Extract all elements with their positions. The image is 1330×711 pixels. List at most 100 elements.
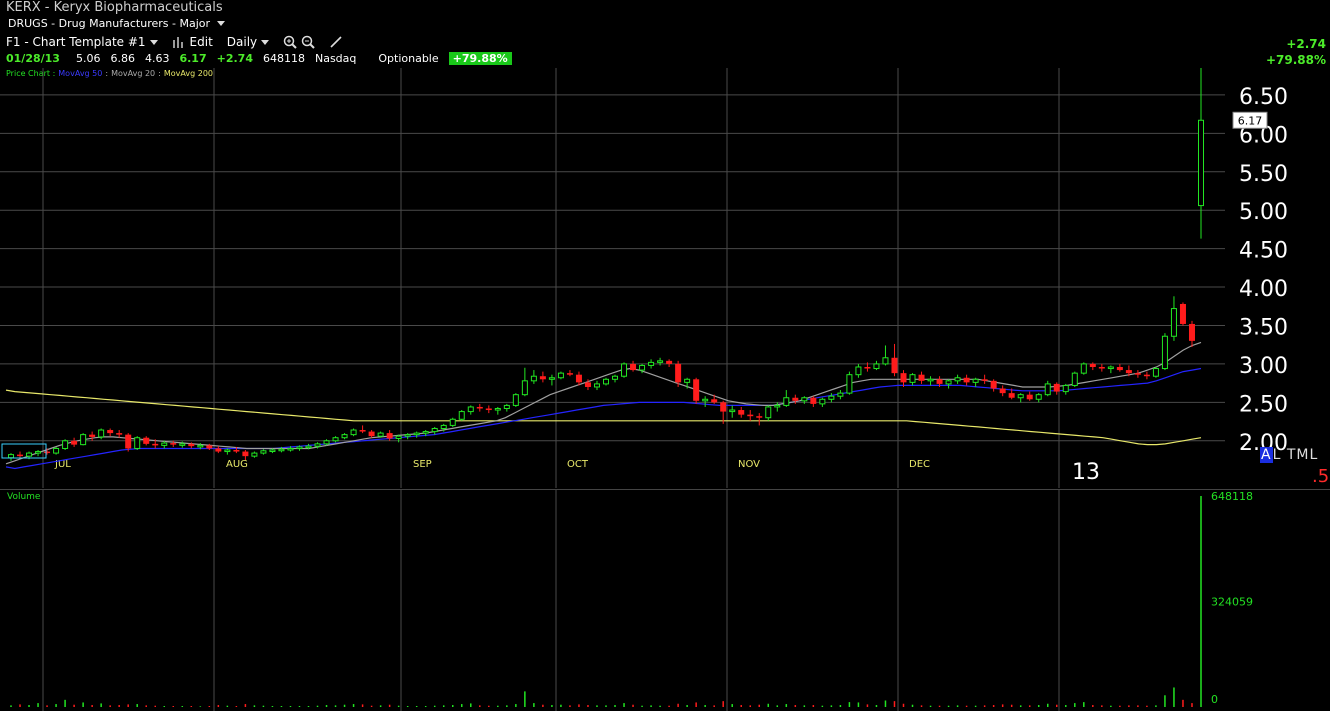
candle-body	[828, 395, 835, 400]
y-tick-label: 4.50	[1239, 239, 1288, 264]
quote-open: 5.06	[75, 51, 101, 65]
candle-body	[341, 434, 348, 439]
candle-body	[1143, 374, 1150, 377]
candle-body	[593, 383, 600, 388]
zoom-in-button[interactable]	[283, 35, 297, 49]
candle-body	[801, 397, 808, 402]
candle-body	[458, 411, 465, 420]
candle-up	[882, 345, 889, 366]
scale-mode-a[interactable]: A	[1260, 447, 1273, 463]
candle-down	[359, 425, 366, 434]
candle-up	[909, 373, 916, 386]
candle-down	[1143, 371, 1150, 380]
volume-chart[interactable]: 648118 324059 0	[0, 490, 1330, 711]
candle-body	[125, 434, 132, 449]
candle-body	[927, 378, 934, 382]
industry-selector[interactable]: DRUGS - Drug Manufacturers - Major	[8, 17, 226, 30]
y-tick-label: 6.50	[1239, 85, 1288, 110]
candle-body	[702, 398, 709, 402]
candle-body	[963, 377, 970, 383]
price-chart[interactable]: 6.506.005.505.004.504.003.503.002.502.00…	[0, 68, 1330, 488]
edit-button[interactable]: Edit	[172, 35, 213, 49]
scale-mode-l[interactable]: L	[1273, 447, 1282, 463]
candle-up	[783, 390, 790, 407]
candle-up	[269, 448, 276, 454]
candle-body	[792, 397, 799, 401]
candle-body	[8, 454, 14, 459]
zoom-out-button[interactable]	[301, 35, 315, 49]
template-dropdown[interactable]: F1 - Chart Template #1	[6, 35, 158, 49]
chevron-down-icon	[217, 21, 226, 26]
candle-up	[1017, 393, 1024, 403]
candle-up	[332, 436, 339, 443]
candle-up	[62, 439, 69, 451]
scale-mode-l2[interactable]: L	[1310, 447, 1319, 463]
candle-up	[774, 402, 781, 412]
scale-mode-m[interactable]: M	[1296, 447, 1309, 463]
candle-down	[1134, 370, 1141, 378]
volume-tick-label: 648118	[1211, 490, 1253, 503]
candle-body	[449, 418, 456, 426]
interval-dropdown[interactable]: Daily	[227, 35, 270, 49]
candle-body	[954, 377, 961, 382]
candle-body	[972, 378, 979, 383]
candle-up	[341, 433, 348, 440]
scale-mode-t[interactable]: T	[1287, 447, 1297, 463]
candle-body	[404, 434, 411, 437]
candle-body	[630, 363, 637, 371]
candle-up	[449, 417, 456, 427]
candle-up	[1152, 366, 1159, 378]
candle-body	[503, 404, 510, 410]
candle-up	[530, 370, 537, 384]
candle-body	[756, 416, 763, 418]
candle-body	[819, 398, 826, 405]
y-tick-label: 5.50	[1239, 162, 1288, 187]
candle-body	[494, 408, 501, 411]
candle-up	[512, 393, 519, 407]
candle-down	[17, 451, 24, 458]
candle-body	[1161, 335, 1168, 370]
candle-up	[53, 446, 60, 455]
zoom-in-icon	[283, 35, 297, 49]
candle-down	[747, 410, 754, 421]
candle-body	[314, 443, 321, 447]
x-month-label: OCT	[567, 459, 589, 470]
scale-mode-selector[interactable]: AL TML	[1260, 447, 1318, 463]
candle-body	[684, 378, 691, 383]
candle-body	[675, 363, 682, 383]
candle-body	[891, 357, 898, 374]
candle-down	[693, 377, 700, 404]
candle-up	[1161, 333, 1168, 371]
candle-down	[89, 431, 96, 441]
candle-body	[269, 449, 276, 453]
candle-body	[197, 444, 204, 448]
candle-up	[503, 403, 510, 412]
candle-body	[657, 360, 664, 363]
candle-body	[882, 357, 889, 365]
candle-body	[233, 450, 240, 452]
candle-body	[783, 397, 790, 406]
candle-down	[1179, 302, 1186, 326]
industry-label: DRUGS - Drug Manufacturers - Major	[8, 17, 211, 30]
candle-body	[1008, 393, 1015, 398]
candle-body	[413, 432, 420, 436]
candle-body	[945, 380, 952, 385]
candle-body	[143, 437, 150, 444]
candle-up	[134, 436, 141, 451]
volume-tick-label: 0	[1211, 693, 1218, 706]
draw-tool-button[interactable]	[329, 35, 343, 49]
candle-down	[756, 413, 763, 426]
candle-body	[386, 433, 393, 439]
quote-volume: 648118	[262, 51, 305, 65]
ma200-line	[5, 389, 1202, 446]
candle-down	[630, 360, 637, 372]
candle-body	[296, 446, 303, 449]
x-month-label: NOV	[738, 459, 760, 470]
candle-body	[170, 443, 177, 445]
candle-down	[666, 359, 673, 367]
candle-down	[963, 374, 970, 386]
chevron-down-icon	[149, 39, 158, 45]
candle-body	[89, 434, 96, 437]
y-tick-label: 5.00	[1239, 200, 1288, 225]
candle-body	[1152, 368, 1159, 377]
